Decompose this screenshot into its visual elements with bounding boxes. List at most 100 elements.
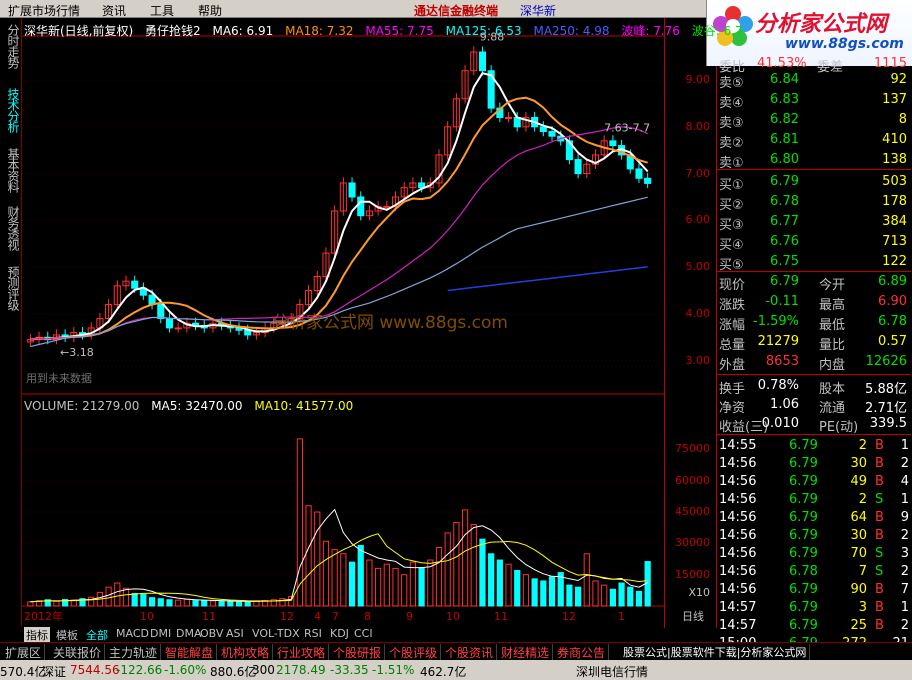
tick-direction: B — [875, 582, 884, 597]
tick-volume: 3 — [858, 600, 867, 615]
extension-tab[interactable]: 机构攻略 — [218, 644, 274, 661]
indicator-tab[interactable]: VOL-TDX — [252, 627, 300, 640]
ma6-value: MA6: 6.91 — [212, 24, 274, 38]
menu-item[interactable]: 资讯 — [102, 2, 126, 19]
tab-finance[interactable]: 财务透视 — [2, 206, 20, 250]
period-label[interactable]: 日线 — [682, 608, 704, 624]
tab-intraday[interactable]: 分时走势 — [2, 24, 20, 68]
quote-panel: 委比 41.53% 委差 1115 卖⑤ 6.84 92 卖④ 6.83 137 卖③ 6.82 8 卖②… — [716, 56, 912, 651]
volume-bar — [609, 588, 616, 607]
ask-row-value: 8 — [898, 112, 907, 127]
ad-banner[interactable]: 股票公式|股票软件下载|分析家公式网 — [620, 644, 811, 660]
status-index-name-2: 300 — [252, 663, 275, 677]
ask-row-price: 6.83 — [770, 92, 799, 107]
indicator-tab[interactable]: RSI — [304, 627, 322, 640]
indicator-tab[interactable]: 指标 — [24, 627, 50, 643]
tick-direction: S — [875, 564, 884, 579]
bid-row-value: 713 — [882, 234, 907, 249]
tick-direction: B — [875, 474, 884, 489]
volume-bar — [357, 544, 364, 607]
chart-title: 深华新(日线,前复权) — [24, 24, 134, 38]
tick-price: 6.79 — [789, 546, 818, 561]
indicator-tab[interactable]: CCI — [354, 627, 373, 640]
extension-tab[interactable]: 智能解盘 — [162, 644, 218, 661]
volume-tick-label: 60000 — [675, 473, 710, 487]
extension-tab[interactable]: 扩展区 — [2, 644, 46, 661]
tab-basic-info[interactable]: 基本资料 — [2, 148, 20, 192]
bid-row: 买④ 6.76 713 — [717, 232, 911, 253]
logo-url: www.88gs.com — [785, 36, 904, 52]
extension-tab[interactable]: 财经精选 — [498, 644, 554, 661]
chart-canvas[interactable]: 9.88←3.187.63-7.7用到未来数据分析家公式网 www.88gs.c… — [22, 18, 664, 628]
x-tick-label: 1 — [618, 610, 625, 623]
volume-bar — [635, 590, 643, 607]
candle — [478, 51, 487, 72]
menu-item[interactable]: 帮助 — [198, 2, 222, 19]
extension-tab[interactable]: 个股资讯 — [442, 644, 498, 661]
tick-row: 14:56 6.78 7 S 2 — [717, 562, 911, 582]
price-tick-label: 3.00 — [685, 353, 711, 367]
kline-chart[interactable]: 9.88 ←3.18 7.63-7.7 用到未来数据 分析家公式网 www.88gs.c… — [22, 18, 743, 628]
extension-tab[interactable]: 个股研报 — [330, 644, 386, 661]
menu-item[interactable]: 扩展市场行情 — [8, 2, 80, 19]
extension-tab[interactable]: 行业攻略 — [274, 644, 330, 661]
tick-direction: S — [875, 546, 884, 561]
x-tick-label: 11 — [494, 610, 508, 623]
bid-row-label: 买① — [719, 178, 744, 193]
candle — [357, 196, 365, 217]
volume-bar — [479, 538, 486, 607]
extension-tab[interactable]: 券商公告 — [554, 644, 610, 661]
stat-row: 总量 21279 量比 0.57 — [717, 332, 911, 353]
x-tick-label: 9 — [406, 610, 413, 623]
indicator-tab[interactable]: KDJ — [330, 627, 349, 640]
volume-tick-label: X10 — [688, 586, 710, 599]
tick-row: 14:56 6.79 2 S 1 — [717, 490, 911, 510]
bid-row-value: 178 — [882, 194, 907, 209]
tab-rating[interactable]: 预测评级 — [2, 266, 20, 310]
tick-row: 14:55 6.79 2 B 1 — [717, 436, 911, 456]
candle — [165, 318, 174, 329]
volume-bar — [574, 586, 582, 607]
bid-row: 买⑤ 6.75 122 — [717, 252, 911, 273]
candle — [574, 159, 582, 175]
bid-row-label: 买③ — [719, 218, 744, 233]
ma125-value: MA125: 6.53 — [445, 24, 522, 38]
fund-row-price: 0.010 — [761, 416, 799, 431]
range-label: 7.63-7.7 — [604, 122, 650, 135]
tick-direction: B — [875, 456, 884, 471]
status-index-value-2: 2178.49 — [276, 663, 326, 677]
stat-row-label: 涨幅 — [719, 318, 746, 333]
volume-bar — [244, 601, 251, 607]
bid-row-label: 买② — [719, 198, 744, 213]
extension-tab[interactable]: 个股评级 — [386, 644, 442, 661]
indicator-tab[interactable]: 模板 — [56, 627, 78, 643]
status-change-pct: -1.60% — [164, 663, 207, 677]
ask-row-label: 卖④ — [719, 96, 744, 111]
tick-volume: 90 — [850, 582, 867, 597]
candle — [635, 168, 643, 179]
low-label: ←3.18 — [60, 346, 94, 359]
tab-technical[interactable]: 技术分析 — [2, 88, 20, 132]
bid-row-price: 6.76 — [770, 234, 799, 249]
app-brand: 通达信金融终端 — [414, 4, 499, 18]
tick-row: 14:56 6.79 90 B 7 — [717, 580, 911, 600]
x-tick-label: 12 — [280, 610, 294, 623]
stat-row-price: 21279 — [757, 334, 799, 349]
indicator-tab[interactable]: OBV — [200, 627, 223, 640]
price-tick-label: 8.00 — [685, 119, 711, 133]
extension-tab[interactable]: 主力轨迹 — [106, 644, 162, 661]
tick-time: 14:56 — [719, 492, 757, 507]
tick-direction: B — [875, 510, 884, 525]
x-tick-label: 2012年 — [24, 609, 63, 623]
indicator-tab[interactable]: MACD — [116, 627, 149, 640]
indicator-tab[interactable]: DMI — [150, 627, 171, 640]
extension-tab[interactable]: 关联报价 — [50, 644, 106, 661]
tick-volume: 2 — [858, 438, 867, 453]
indicator-tab[interactable]: 全部 — [86, 627, 108, 643]
menu-item[interactable]: 工具 — [150, 2, 174, 19]
indicator-tab[interactable]: ASI — [226, 627, 244, 640]
bid-row-label: 买④ — [719, 238, 744, 253]
indicator-tab[interactable]: DMA — [176, 627, 202, 640]
stat-row: 涨跌 -0.11 最高 6.90 — [717, 292, 911, 313]
fund-row: 净资 1.06 流通 2.71亿 — [717, 395, 911, 416]
